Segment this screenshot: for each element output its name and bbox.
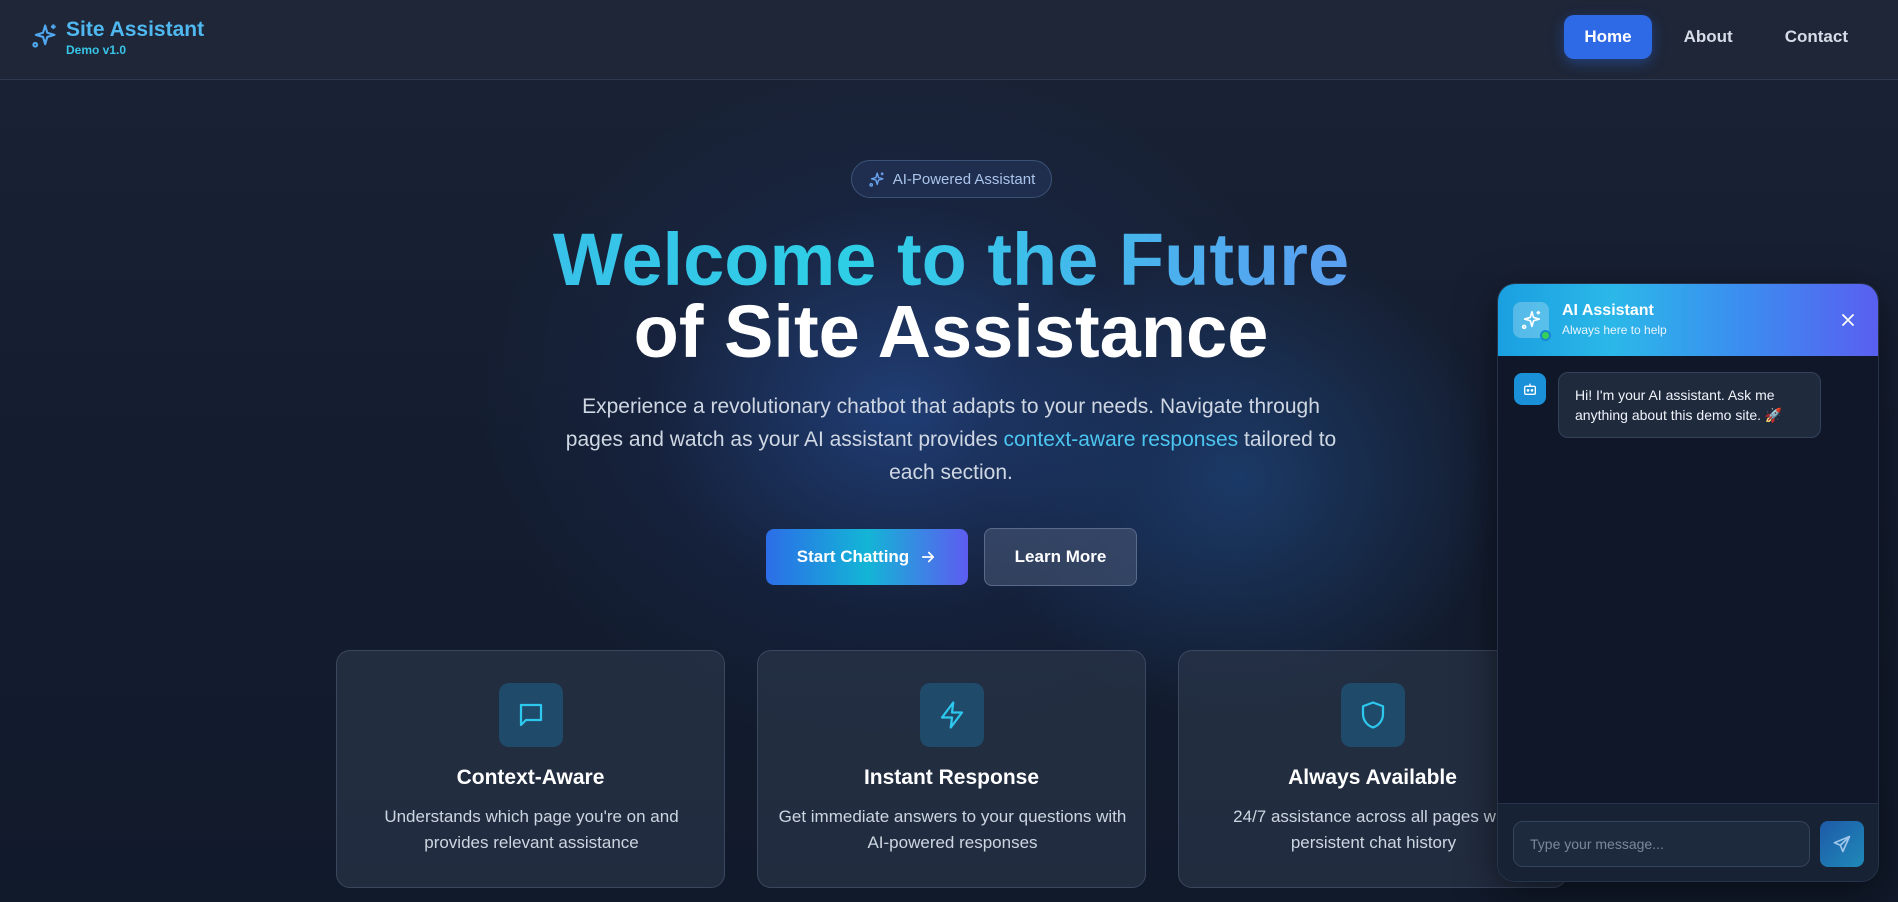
learn-more-button[interactable]: Learn More (984, 528, 1137, 586)
sparkles-icon (32, 24, 56, 48)
start-chatting-label: Start Chatting (796, 547, 910, 566)
chat-subtitle: Always here to help (1562, 323, 1667, 337)
feature-icon-box (499, 683, 563, 747)
message-square-icon (519, 703, 543, 727)
chat-message-input[interactable] (1513, 821, 1810, 867)
close-icon[interactable] (1838, 310, 1858, 330)
sparkles-icon (869, 171, 884, 187)
feature-description: Understands which page you're on and pro… (384, 807, 679, 852)
feature-description: Get immediate answers to your questions … (778, 807, 1127, 852)
chat-title: AI Assistant (1562, 302, 1654, 319)
feature-card-context-aware: Context-Aware Understands which page you… (336, 650, 725, 888)
nav-about[interactable]: About (1664, 15, 1753, 59)
hero-description: Experience a revolutionary chatbot that … (560, 390, 1342, 489)
feature-description: 24/7 assistance across all pages with pe… (1233, 807, 1514, 852)
send-icon (1833, 835, 1851, 853)
shield-icon (1361, 701, 1385, 729)
brand-title: Site Assistant (66, 18, 205, 41)
chat-panel: AI Assistant Always here to help Hi! I'm… (1497, 283, 1879, 882)
hero-desc-highlight: context-aware responses (1003, 428, 1239, 451)
hero-badge: AI-Powered Assistant (851, 160, 1052, 198)
chat-footer (1498, 803, 1878, 881)
bot-icon (1524, 383, 1536, 395)
bot-avatar (1514, 373, 1546, 405)
brand[interactable]: Site Assistant Demo v1.0 (30, 18, 204, 58)
nav-home[interactable]: Home (1564, 15, 1652, 59)
chat-header: AI Assistant Always here to help (1498, 284, 1878, 356)
feature-title: Instant Response (863, 766, 1040, 789)
start-chatting-button[interactable]: Start Chatting (766, 529, 968, 585)
nav-contact[interactable]: Contact (1765, 15, 1868, 59)
send-button[interactable] (1820, 821, 1864, 867)
feature-icon-box (920, 683, 984, 747)
nav-links: Home About Contact (1564, 15, 1868, 59)
feature-card-instant-response: Instant Response Get immediate answers t… (757, 650, 1146, 888)
online-status-dot (1540, 330, 1551, 341)
arrow-right-icon (922, 551, 935, 563)
lightning-icon (940, 701, 964, 729)
hero-badge-label: AI-Powered Assistant (892, 170, 1036, 188)
feature-title: Context-Aware (456, 766, 605, 789)
feature-icon-box (1341, 683, 1405, 747)
chat-message-bot: Hi! I'm your AI assistant. Ask me anythi… (1558, 372, 1821, 438)
top-nav: Site Assistant Demo v1.0 Home About Cont… (0, 0, 1898, 80)
sparkles-icon (1521, 310, 1541, 330)
brand-version: Demo v1.0 (66, 43, 127, 57)
